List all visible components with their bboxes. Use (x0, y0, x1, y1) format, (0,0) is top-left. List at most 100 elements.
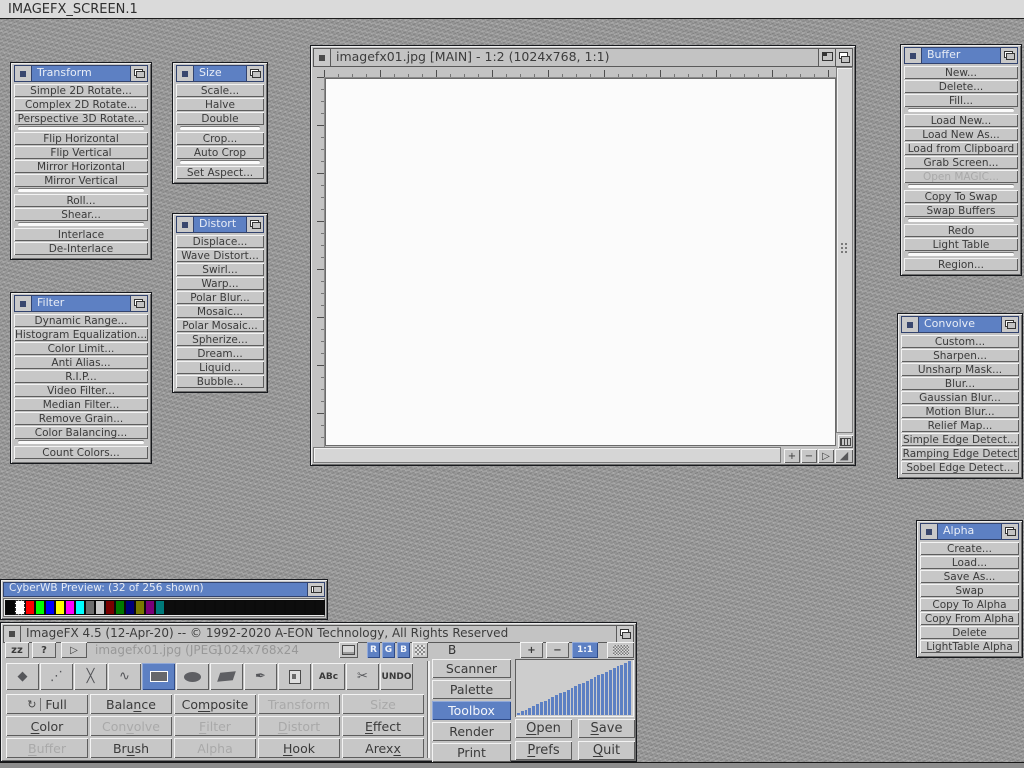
save-button[interactable]: Save (578, 719, 635, 738)
close-icon[interactable] (921, 524, 938, 539)
transform-button[interactable]: Transform (258, 694, 340, 714)
color-swatch[interactable] (115, 600, 125, 615)
color-swatch[interactable] (205, 600, 215, 615)
dither-button[interactable] (412, 642, 428, 658)
color-swatch[interactable] (35, 600, 45, 615)
bubble-button[interactable]: Bubble... (176, 375, 264, 388)
swap-buffers-button[interactable]: Swap Buffers (904, 204, 1018, 217)
median-filter-button[interactable]: Median Filter... (14, 398, 148, 411)
custom-button[interactable]: Custom... (901, 335, 1019, 348)
zoom-gadget-icon[interactable] (818, 49, 835, 66)
color-button[interactable]: Color (6, 716, 88, 736)
one-to-one-button[interactable]: 1:1 (572, 642, 598, 658)
brush-button[interactable]: Brush (90, 738, 172, 758)
convolve-titlebar[interactable]: Convolve (901, 316, 1019, 333)
depth-icon[interactable] (1001, 524, 1018, 539)
load-new-button[interactable]: Load New... (904, 114, 1018, 127)
polygon-tool[interactable] (210, 663, 243, 690)
screen-titlebar[interactable]: IMAGEFX_SCREEN.1 (0, 0, 1024, 19)
airbrush-tool[interactable]: ⋰ (40, 663, 73, 690)
palette-button[interactable]: Palette (432, 680, 511, 699)
depth-icon[interactable] (130, 296, 147, 311)
color-swatch[interactable] (235, 600, 245, 615)
color-swatch[interactable] (45, 600, 55, 615)
color-swatch[interactable] (125, 600, 135, 615)
box-tool[interactable] (142, 663, 175, 690)
scale-button[interactable]: Scale... (176, 84, 264, 97)
zoom-ramp-button[interactable]: ◢ (835, 449, 853, 463)
clone-brush-tool[interactable] (278, 663, 311, 690)
point-tool[interactable]: ◆ (6, 663, 39, 690)
double-button[interactable]: Double (176, 112, 264, 125)
color-balancing-button[interactable]: Color Balancing... (14, 426, 148, 439)
filter-button[interactable]: Filter (174, 716, 256, 736)
screen-mode-button[interactable] (838, 435, 853, 448)
close-icon[interactable] (4, 626, 21, 642)
color-swatch[interactable] (85, 600, 95, 615)
delete-button[interactable]: Delete (920, 626, 1019, 639)
color-swatch[interactable] (275, 600, 285, 615)
color-swatch[interactable] (105, 600, 115, 615)
depth-icon[interactable] (616, 626, 633, 642)
color-swatch[interactable] (75, 600, 85, 615)
help-button[interactable]: ? (32, 642, 56, 658)
color-swatch[interactable] (245, 600, 255, 615)
crop-button[interactable]: Crop... (176, 132, 264, 145)
horizontal-scrollbar[interactable] (313, 447, 781, 463)
filter-titlebar[interactable]: Filter (14, 295, 148, 312)
light-table-button[interactable]: Light Table (904, 238, 1018, 251)
close-icon[interactable] (314, 49, 331, 66)
perspective-3d-rotate-button[interactable]: Perspective 3D Rotate... (14, 112, 148, 125)
hook-button[interactable]: Hook (258, 738, 340, 758)
green-channel-button[interactable]: G (382, 642, 395, 658)
color-swatch[interactable] (255, 600, 265, 615)
fill-button[interactable]: Fill... (904, 94, 1018, 107)
print-button[interactable]: Print (432, 743, 511, 762)
blue-channel-button[interactable]: B (397, 642, 410, 658)
buffer-button[interactable]: Buffer (6, 738, 88, 758)
r-i-p-button[interactable]: R.I.P... (14, 370, 148, 383)
simple-2d-rotate-button[interactable]: Simple 2D Rotate... (14, 84, 148, 97)
color-limit-button[interactable]: Color Limit... (14, 342, 148, 355)
displace-button[interactable]: Displace... (176, 235, 264, 248)
zoom-in-button[interactable]: + (784, 449, 800, 463)
sleep-button[interactable]: zz (5, 642, 29, 658)
mirror-vertical-button[interactable]: Mirror Vertical (14, 174, 148, 187)
color-swatch[interactable] (5, 600, 15, 615)
arexx-button[interactable]: Arexx (342, 738, 424, 758)
simple-edge-detect-button[interactable]: Simple Edge Detect... (901, 433, 1019, 446)
motion-blur-button[interactable]: Motion Blur... (901, 405, 1019, 418)
full-button[interactable]: ↻Full (6, 694, 88, 714)
unsharp-mask-button[interactable]: Unsharp Mask... (901, 363, 1019, 376)
line-tool[interactable]: ╳ (74, 663, 107, 690)
color-swatch[interactable] (315, 600, 325, 615)
gaussian-blur-button[interactable]: Gaussian Blur... (901, 391, 1019, 404)
relief-map-button[interactable]: Relief Map... (901, 419, 1019, 432)
wave-distort-button[interactable]: Wave Distort... (176, 249, 264, 262)
color-swatch[interactable] (65, 600, 75, 615)
prefs-button[interactable]: Prefs (515, 741, 572, 760)
copy-to-alpha-button[interactable]: Copy To Alpha (920, 598, 1019, 611)
color-swatch[interactable] (265, 600, 275, 615)
size-button[interactable]: Size (342, 694, 424, 714)
save-as-button[interactable]: Save As... (920, 570, 1019, 583)
close-icon[interactable] (15, 296, 32, 311)
color-swatch[interactable] (55, 600, 65, 615)
iconify-button[interactable]: ▷ (61, 642, 87, 658)
toolbox-button[interactable]: Toolbox (432, 701, 511, 720)
create-button[interactable]: Create... (920, 542, 1019, 555)
sobel-edge-detect-button[interactable]: Sobel Edge Detect... (901, 461, 1019, 474)
open-magic-button[interactable]: Open MAGIC... (904, 170, 1018, 183)
image-window-titlebar[interactable]: imagefx01.jpg [MAIN] - 1:2 (1024x768, 1:… (313, 48, 853, 67)
screen-monitor-button[interactable] (339, 642, 358, 658)
scanner-button[interactable]: Scanner (432, 659, 511, 678)
distort-button[interactable]: Distort (258, 716, 340, 736)
complex-2d-rotate-button[interactable]: Complex 2D Rotate... (14, 98, 148, 111)
depth-icon[interactable] (130, 66, 147, 81)
mirror-horizontal-button[interactable]: Mirror Horizontal (14, 160, 148, 173)
load-from-clipboard-button[interactable]: Load from Clipboard (904, 142, 1018, 155)
depth-icon[interactable] (246, 217, 263, 232)
polar-mosaic-button[interactable]: Polar Mosaic... (176, 319, 264, 332)
video-filter-button[interactable]: Video Filter... (14, 384, 148, 397)
color-swatch[interactable] (135, 600, 145, 615)
